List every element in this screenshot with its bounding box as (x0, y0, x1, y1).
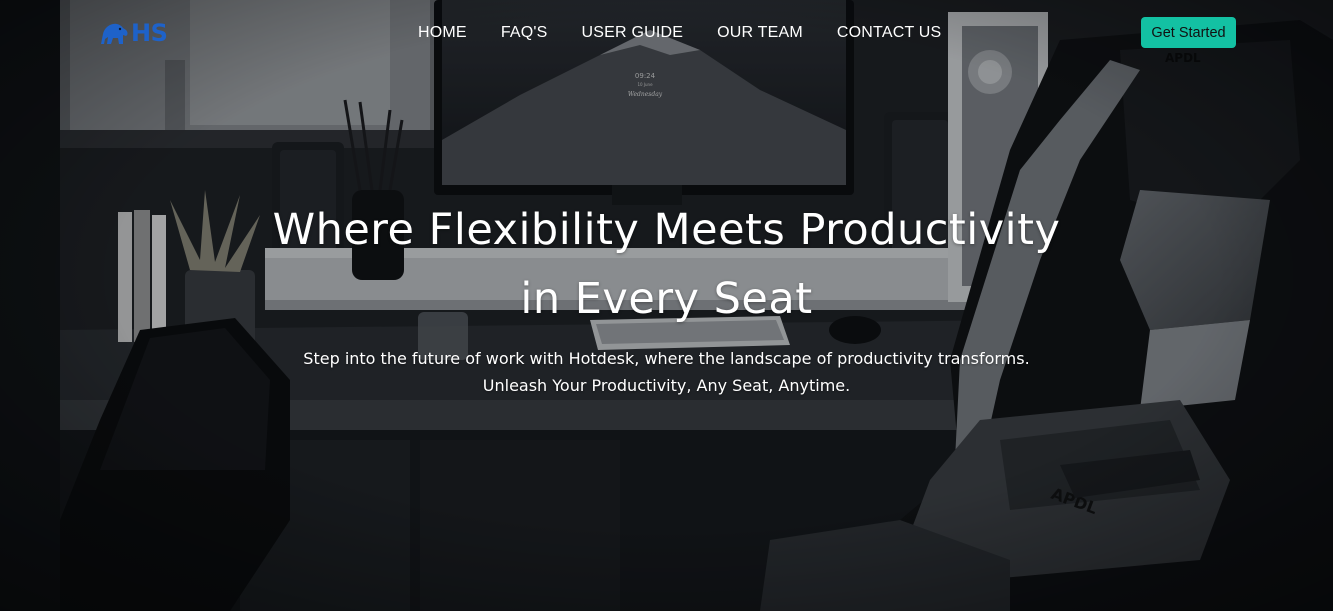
hero-headline-line-2: in Every Seat (520, 274, 813, 324)
hero-subtext-line-1: Step into the future of work with Hotdes… (303, 349, 1030, 368)
gorilla-icon (101, 23, 128, 44)
brand-logo[interactable]: HS (99, 19, 168, 47)
nav-link-contact-us[interactable]: CONTACT US (837, 22, 942, 44)
hero-headline-line-1: Where Flexibility Meets Productivity (272, 205, 1061, 255)
get-started-button[interactable]: Get Started (1141, 17, 1236, 48)
nav-link-faqs[interactable]: FAQ'S (501, 22, 548, 44)
main-navigation: HOME FAQ'S USER GUIDE OUR TEAM CONTACT U… (418, 22, 941, 44)
brand-logo-text: HS (131, 19, 168, 47)
hero-subtext: Step into the future of work with Hotdes… (0, 345, 1333, 399)
nav-link-our-team[interactable]: OUR TEAM (717, 22, 803, 44)
nav-link-user-guide[interactable]: USER GUIDE (582, 22, 684, 44)
hero-subtext-line-2: Unleash Your Productivity, Any Seat, Any… (482, 376, 851, 395)
nav-link-home[interactable]: HOME (418, 22, 467, 44)
hero-headline: Where Flexibility Meets Productivity in … (0, 196, 1333, 334)
